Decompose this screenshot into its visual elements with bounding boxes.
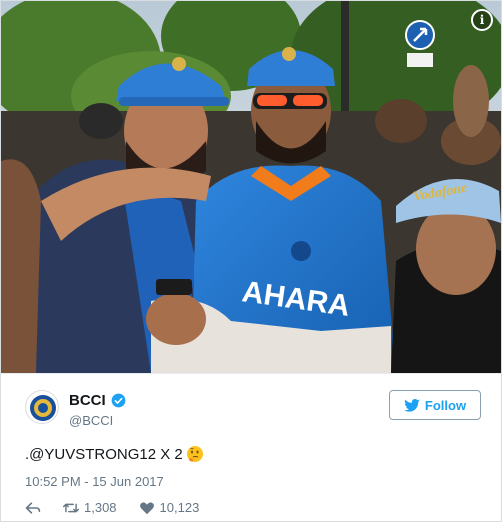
info-icon[interactable]: i (471, 9, 493, 31)
hand (146, 293, 206, 345)
verified-badge-icon (111, 393, 126, 408)
jersey-crest (291, 241, 311, 261)
like-button[interactable]: 10,123 (139, 500, 200, 515)
pole (341, 1, 349, 111)
retweet-button[interactable]: 1,308 (63, 500, 117, 515)
retweet-icon (63, 503, 79, 512)
tweet-actions: 1,308 10,123 (25, 500, 221, 515)
reply-icon (25, 501, 41, 514)
follow-button[interactable]: Follow (389, 390, 481, 420)
account-name-row[interactable]: BCCI (69, 392, 126, 409)
tweet-text[interactable]: .@YUVSTRONG12 X 2 (25, 446, 183, 463)
photo-illustration: AHARA Vodafone (1, 1, 501, 373)
tweet-text-row: .@YUVSTRONG12 X 2 (25, 445, 204, 463)
account-handle[interactable]: @BCCI (69, 413, 113, 428)
tweet-photo[interactable]: AHARA Vodafone i (1, 1, 501, 373)
account-name[interactable]: BCCI (69, 392, 106, 409)
bcci-logo[interactable] (25, 390, 59, 424)
microphone (156, 279, 192, 295)
edge-fan (1, 159, 41, 373)
retweet-count: 1,308 (84, 500, 117, 515)
heart-icon (139, 501, 154, 514)
tweet-timestamp[interactable]: 10:52 PM - 15 Jun 2017 (25, 474, 164, 489)
tweet-body: BCCI @BCCI Follow .@YUVSTRONG12 X 2 10:5… (1, 373, 501, 521)
sign-plate (407, 53, 433, 67)
reply-button[interactable] (25, 501, 41, 515)
tweet-card: AHARA Vodafone i BCCI @BCCI Follow .@YUV… (0, 0, 502, 522)
twitter-bird-icon (404, 398, 420, 412)
follow-label: Follow (424, 397, 467, 413)
thinking-face-icon (186, 446, 203, 462)
like-count: 10,123 (159, 500, 200, 515)
